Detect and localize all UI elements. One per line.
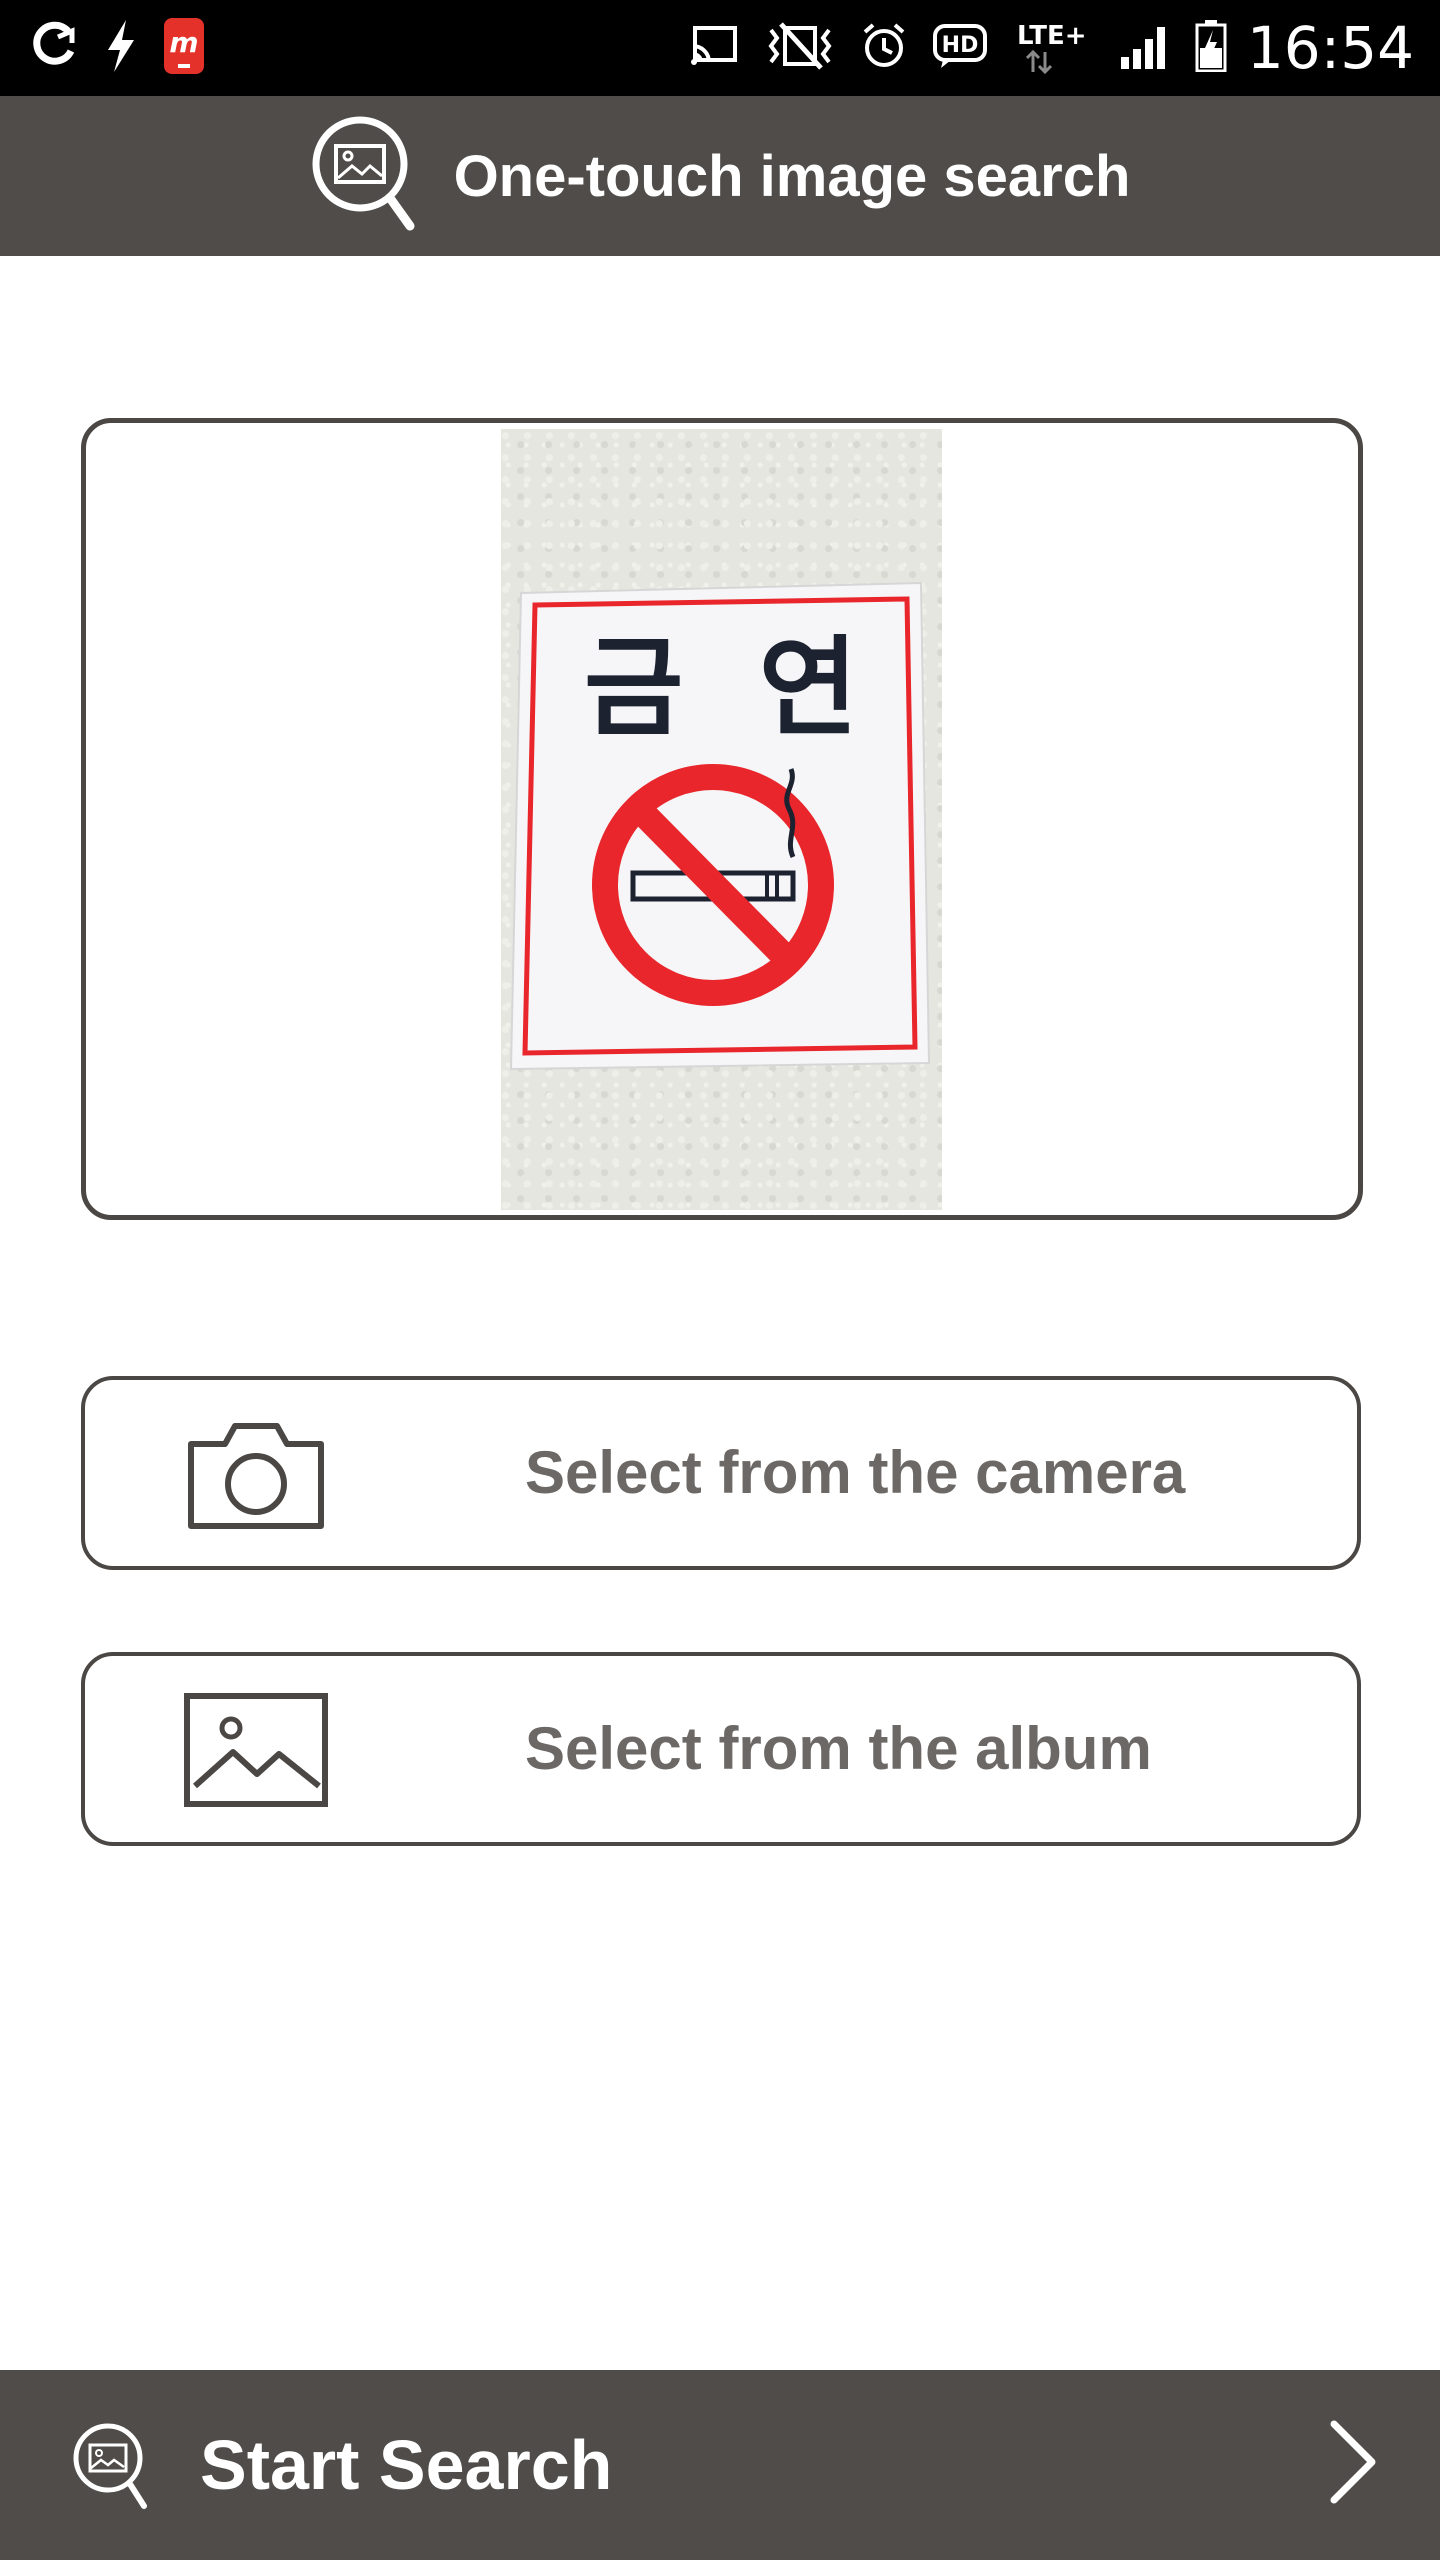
- status-bar-left: m: [28, 17, 230, 79]
- vibrate-icon: [765, 21, 835, 75]
- select-camera-button[interactable]: Select from the camera: [81, 1376, 1361, 1570]
- start-search-label: Start Search: [200, 2426, 613, 2504]
- picture-icon: [181, 1690, 331, 1815]
- select-album-button[interactable]: Select from the album: [81, 1652, 1361, 1846]
- app-bar: One-touch image search: [0, 96, 1440, 256]
- select-camera-label: Select from the camera: [525, 1439, 1186, 1506]
- samsung-app-icon: m: [164, 17, 204, 79]
- camera-icon: [181, 1414, 331, 1539]
- hd-text: HD: [942, 33, 979, 58]
- preview-photo: 금 연: [501, 429, 942, 1210]
- image-search-icon: [70, 2420, 150, 2517]
- battery-icon: [1195, 19, 1227, 77]
- image-preview: 금 연: [81, 418, 1363, 1220]
- select-album-label: Select from the album: [525, 1715, 1152, 1782]
- signal-icon: [1119, 23, 1169, 74]
- sign-text: 금 연: [584, 626, 858, 751]
- status-bar-right: HD LTE+ 16:54: [690, 14, 1414, 82]
- chevron-right-icon: [1328, 2420, 1378, 2509]
- no-smoking-sign: 금 연: [509, 581, 931, 1071]
- lte-text: LTE+: [1017, 21, 1087, 51]
- start-search-button[interactable]: Start Search: [0, 2370, 1440, 2560]
- alarm-icon: [861, 22, 907, 75]
- status-time: 16:54: [1246, 14, 1414, 82]
- image-search-icon: [310, 114, 418, 239]
- svg-text:m: m: [169, 26, 198, 59]
- flash-icon: [104, 19, 138, 77]
- lte-plus-icon: LTE+: [1015, 18, 1093, 79]
- status-bar: m HD LTE+ 16:54: [0, 0, 1440, 96]
- cast-icon: [690, 25, 739, 71]
- app-title: One-touch image search: [453, 143, 1131, 209]
- olleh-icon: [28, 21, 78, 76]
- hd-icon: HD: [932, 23, 989, 73]
